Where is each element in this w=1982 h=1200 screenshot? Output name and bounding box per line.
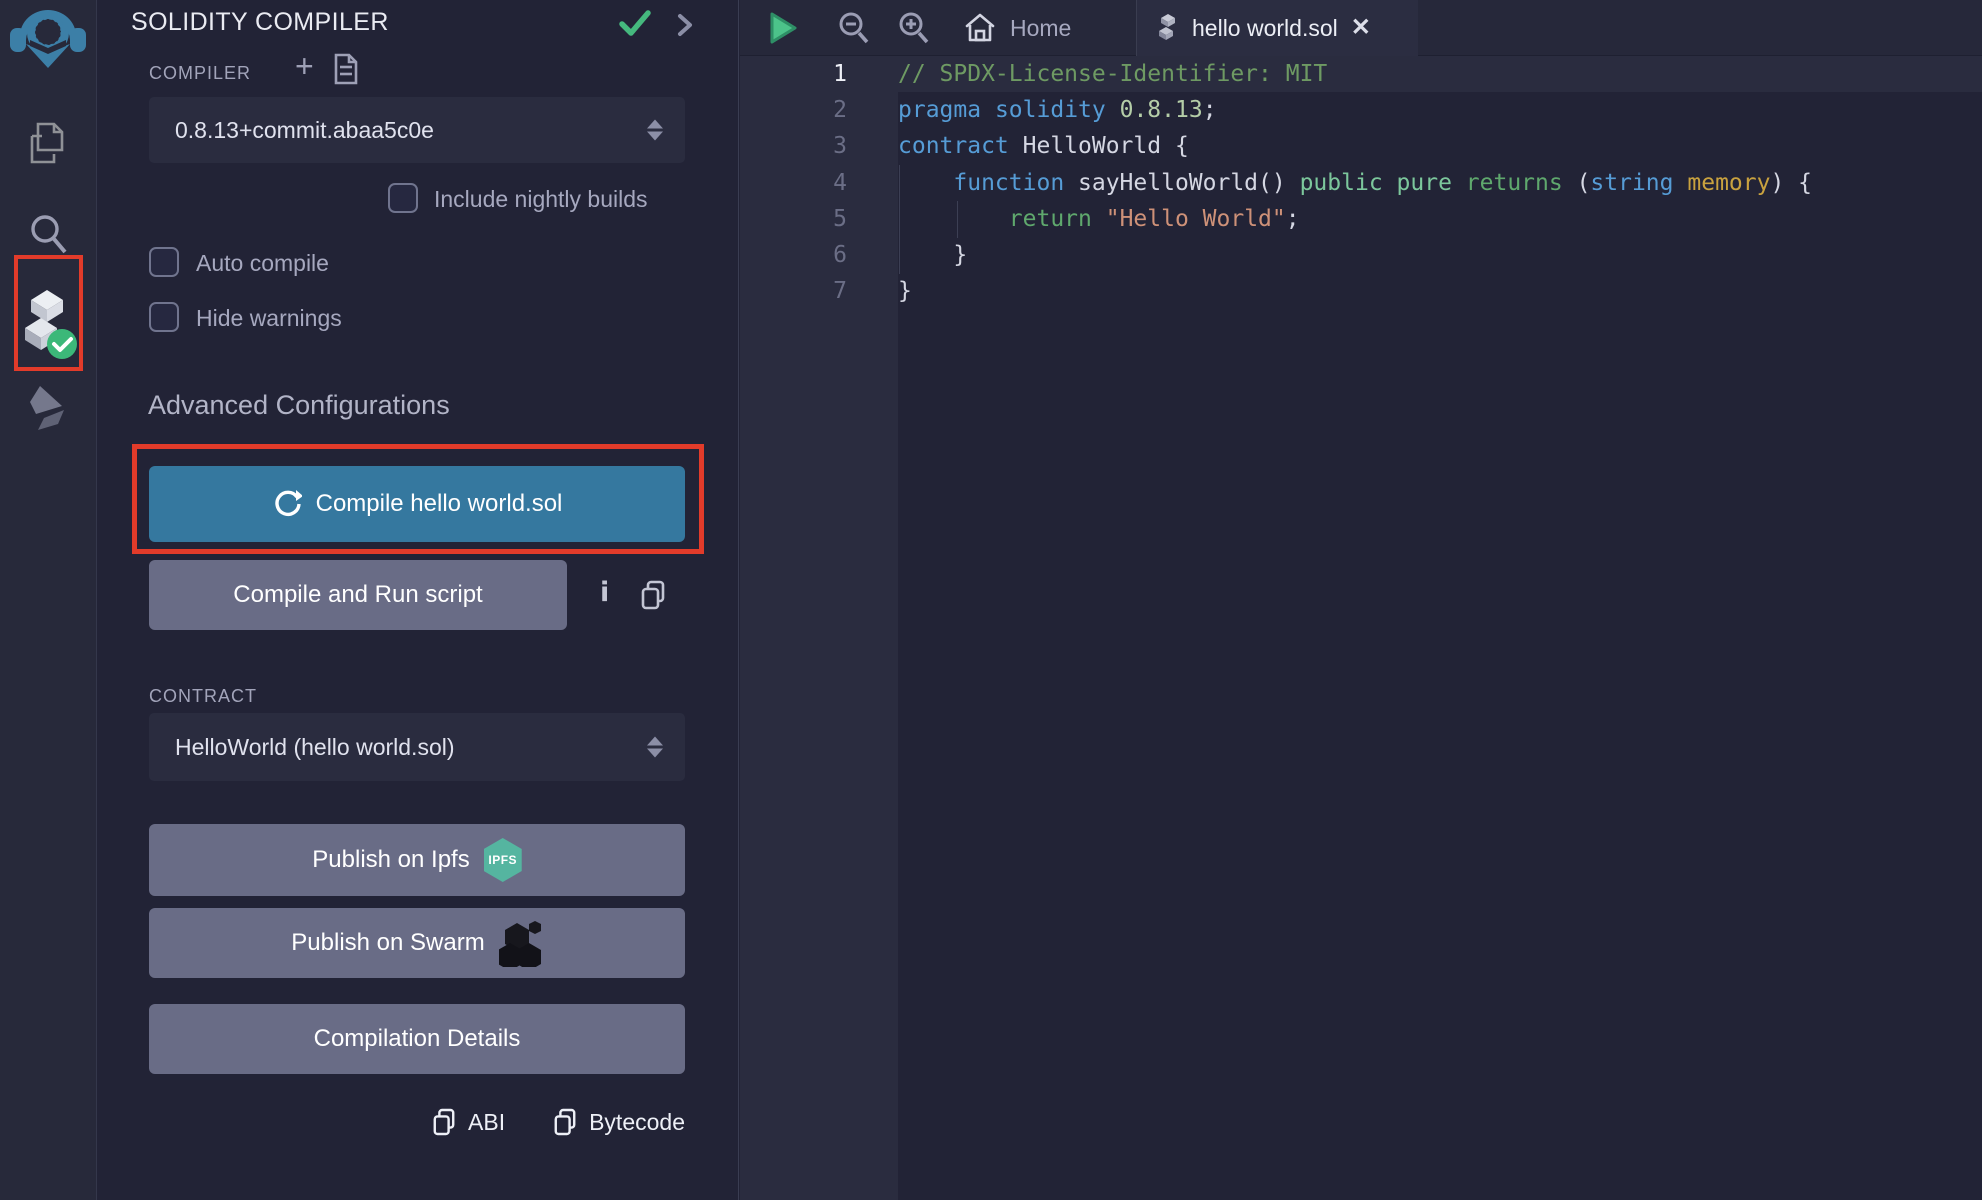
compiler-version-value: 0.8.13+commit.abaa5c0e [175,117,434,144]
compile-button-label: Compile hello world.sol [316,490,563,518]
copy-abi-icon[interactable] [432,1108,456,1136]
code-text: // SPDX-License-Identifier: MIT [898,61,1327,87]
hide-warnings-checkbox[interactable] [149,302,179,332]
tab-home[interactable]: Home [954,0,1081,56]
run-script-button[interactable] [768,0,798,56]
line-number: 6 [740,242,898,268]
publish-ipfs-label: Publish on Ipfs [312,846,469,874]
code-line-5[interactable]: 5 return "Hello World"; [740,201,1982,237]
line-number: 2 [740,97,898,123]
auto-compile-label[interactable]: Auto compile [196,250,329,277]
compiler-doc-icon[interactable] [333,53,359,85]
contract-section-label: CONTRACT [149,686,257,707]
ipfs-badge-text: IPFS [488,853,517,867]
solidity-file-icon [1157,13,1179,43]
publish-swarm-label: Publish on Swarm [291,929,484,957]
solidity-compiler-icon [17,288,79,362]
contract-select[interactable]: HelloWorld (hello world.sol) [149,713,685,781]
tab-hello-world-sol-label: hello world.sol [1192,15,1338,42]
ipfs-cube-icon: IPFS [484,838,522,882]
abi-label[interactable]: ABI [468,1109,505,1136]
activity-bar [0,0,97,1200]
nightly-builds-checkbox[interactable] [388,183,418,213]
play-icon [768,11,798,45]
code-line-2[interactable]: 2pragma solidity 0.8.13; [740,92,1982,128]
code-text: } [898,278,912,304]
select-caret-icon [647,737,663,758]
line-number: 5 [740,206,898,232]
panel-title: SOLIDITY COMPILER [131,8,389,37]
code-lines: 1// SPDX-License-Identifier: MIT2pragma … [740,56,1982,309]
copy-bytecode-icon[interactable] [553,1108,577,1136]
solidity-compiler-button[interactable] [0,288,96,362]
hide-warnings-label[interactable]: Hide warnings [196,305,342,332]
info-icon[interactable]: i [600,577,609,608]
line-number: 3 [740,133,898,159]
contract-select-value: HelloWorld (hello world.sol) [175,734,455,761]
code-text: function sayHelloWorld() public pure ret… [898,170,1812,196]
search-icon [27,212,69,258]
compilation-details-button[interactable]: Compilation Details [149,1004,685,1074]
line-number: 1 [740,61,898,87]
code-text: pragma solidity 0.8.13; [898,97,1217,123]
compile-button[interactable]: Compile hello world.sol [149,466,685,542]
zoom-in-button[interactable] [896,0,930,56]
abi-bytecode-row: ABI Bytecode [97,1108,685,1136]
tab-home-label: Home [1010,15,1071,42]
indent-guide [899,165,900,274]
file-explorer-icon [26,120,70,170]
swarm-cubes-icon [499,919,543,967]
zoom-out-icon [836,10,870,46]
code-line-1[interactable]: 1// SPDX-License-Identifier: MIT [740,56,1982,92]
code-text: return "Hello World"; [898,206,1300,232]
advanced-configurations-toggle[interactable]: Advanced Configurations [148,390,450,421]
copy-script-icon[interactable] [640,580,666,610]
line-number: 4 [740,170,898,196]
panel-expand-chevron[interactable] [675,12,695,38]
indent-guide [957,201,958,238]
deploy-and-run-button[interactable] [0,384,96,436]
auto-compile-checkbox[interactable] [149,247,179,277]
add-compiler-icon[interactable]: + [295,50,314,82]
ethereum-deploy-icon [24,384,72,436]
code-line-7[interactable]: 7} [740,273,1982,309]
zoom-in-icon [896,10,930,46]
code-line-4[interactable]: 4 function sayHelloWorld() public pure r… [740,165,1982,201]
zoom-out-button[interactable] [836,0,870,56]
search-button[interactable] [0,212,96,258]
close-tab-icon[interactable]: ✕ [1351,16,1371,40]
file-explorer-button[interactable] [0,120,96,170]
remix-ide-window: SOLIDITY COMPILER COMPILER + 0.8.13+comm… [0,0,1982,1200]
remix-logo[interactable] [0,6,96,70]
line-number: 7 [740,278,898,304]
compiler-version-select[interactable]: 0.8.13+commit.abaa5c0e [149,97,685,163]
nightly-builds-label[interactable]: Include nightly builds [434,186,648,213]
compilation-details-label: Compilation Details [314,1025,521,1053]
compiler-section-label: COMPILER [149,63,251,84]
compile-and-run-label: Compile and Run script [233,581,482,609]
code-text: } [898,242,967,268]
tab-hello-world-sol[interactable]: hello world.sol ✕ [1136,0,1418,56]
refresh-icon [272,489,302,519]
compile-success-check-icon [619,10,651,38]
editor-tabbar: Home hello world.sol ✕ [740,0,1982,56]
code-text: contract HelloWorld { [898,133,1189,159]
select-caret-icon [647,120,663,141]
editor-area: Home hello world.sol ✕ 1// SPDX-License-… [740,0,1982,1200]
bytecode-label[interactable]: Bytecode [589,1109,685,1136]
home-icon [964,12,996,44]
code-line-3[interactable]: 3contract HelloWorld { [740,128,1982,164]
remix-logo-icon [8,6,88,70]
publish-on-ipfs-button[interactable]: Publish on Ipfs IPFS [149,824,685,896]
publish-on-swarm-button[interactable]: Publish on Swarm [149,908,685,978]
compile-and-run-button[interactable]: Compile and Run script [149,560,567,630]
compiled-check-badge [47,329,77,359]
code-line-6[interactable]: 6 } [740,237,1982,273]
solidity-compiler-panel: SOLIDITY COMPILER COMPILER + 0.8.13+comm… [97,0,739,1200]
